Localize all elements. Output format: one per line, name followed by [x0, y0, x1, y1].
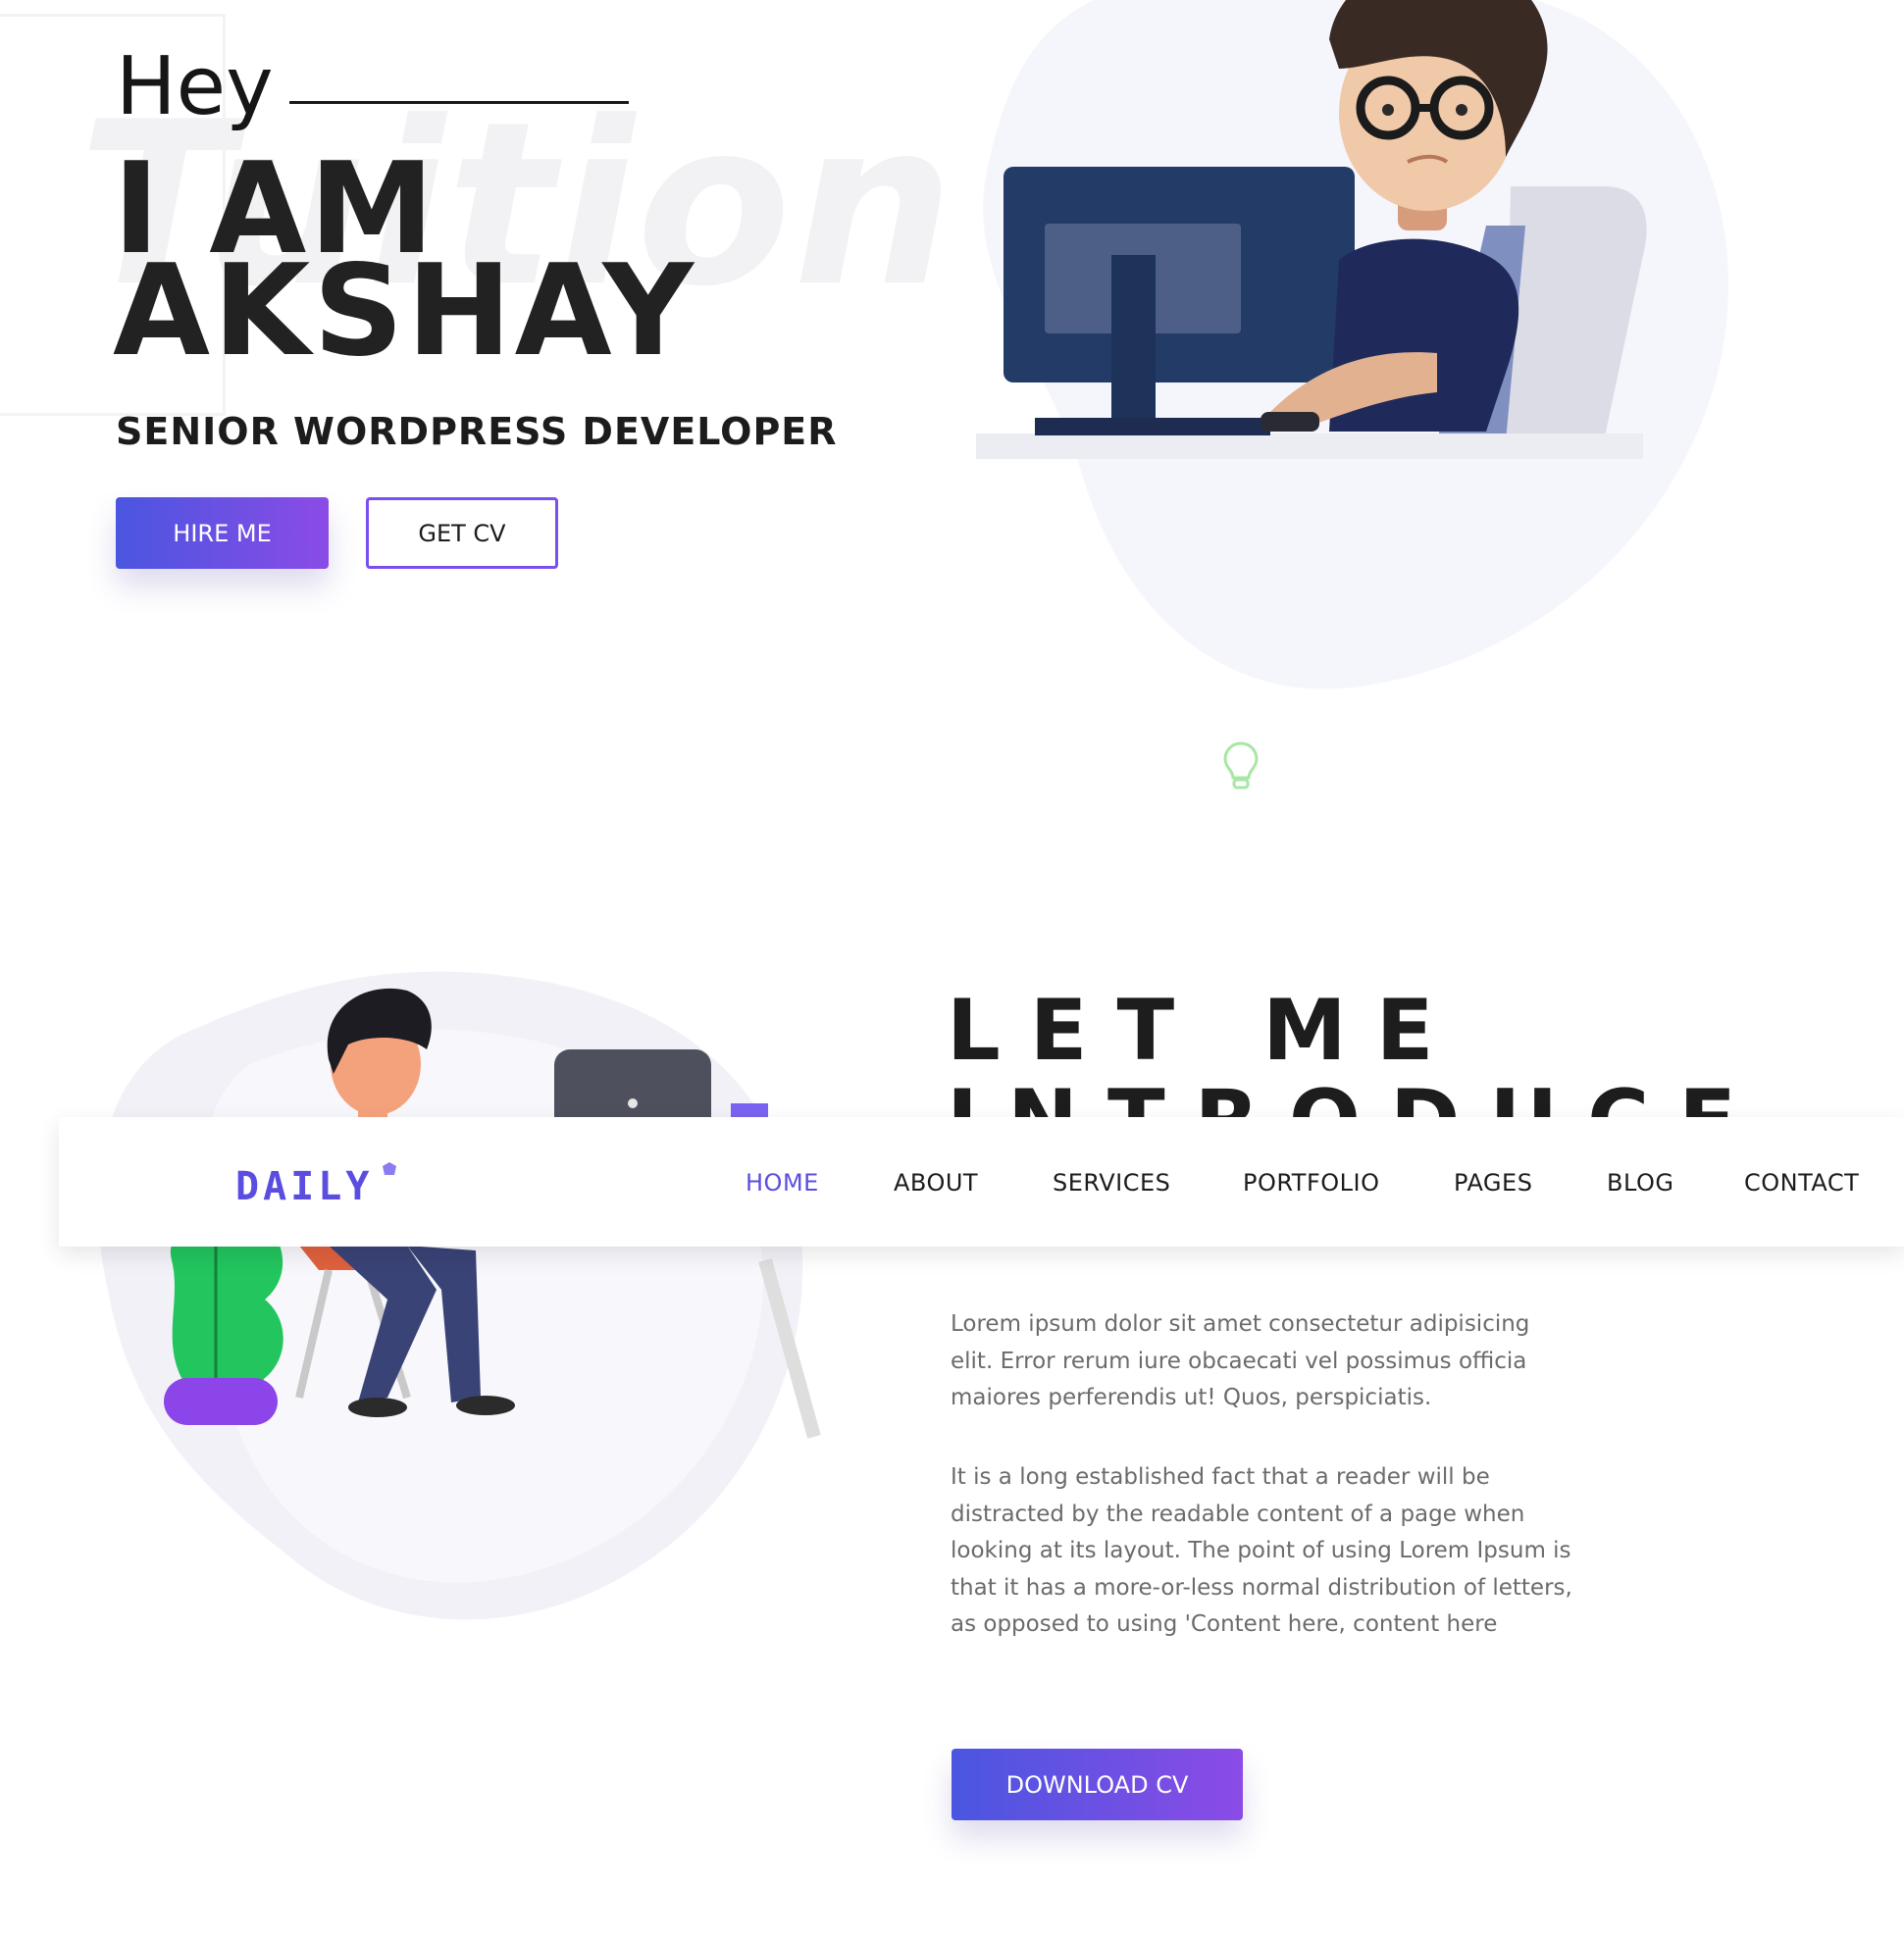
- about-illustration: [97, 971, 821, 1620]
- download-cv-button[interactable]: DOWNLOAD CV: [952, 1749, 1243, 1820]
- nav-item-services[interactable]: SERVICES: [1053, 1169, 1170, 1197]
- site-logo[interactable]: DAILY: [235, 1164, 373, 1209]
- greeting-underline: [289, 101, 629, 104]
- hero-greeting: Hey: [116, 40, 274, 133]
- hero-illustration: [976, 0, 1728, 689]
- nav-item-blog[interactable]: BLOG: [1607, 1169, 1673, 1197]
- nav-item-home[interactable]: HOME: [746, 1169, 819, 1197]
- hero-role: SENIOR WORDPRESS DEVELOPER: [116, 410, 838, 453]
- nav-item-portfolio[interactable]: PORTFOLIO: [1243, 1169, 1380, 1197]
- hire-me-button[interactable]: HIRE ME: [116, 497, 329, 569]
- hero-name: I AM AKSHAY: [113, 136, 697, 384]
- nav-item-pages[interactable]: PAGES: [1454, 1169, 1532, 1197]
- logo-dot-icon: [383, 1162, 396, 1175]
- nav-item-contact[interactable]: CONTACT: [1744, 1169, 1859, 1197]
- about-paragraph-2: It is a long established fact that a rea…: [951, 1464, 1572, 1637]
- nav-item-about[interactable]: ABOUT: [894, 1169, 978, 1197]
- about-paragraph-1: Lorem ipsum dolor sit amet consectetur a…: [951, 1311, 1530, 1410]
- get-cv-button[interactable]: GET CV: [366, 497, 558, 569]
- lightbulb-icon: [1223, 741, 1259, 790]
